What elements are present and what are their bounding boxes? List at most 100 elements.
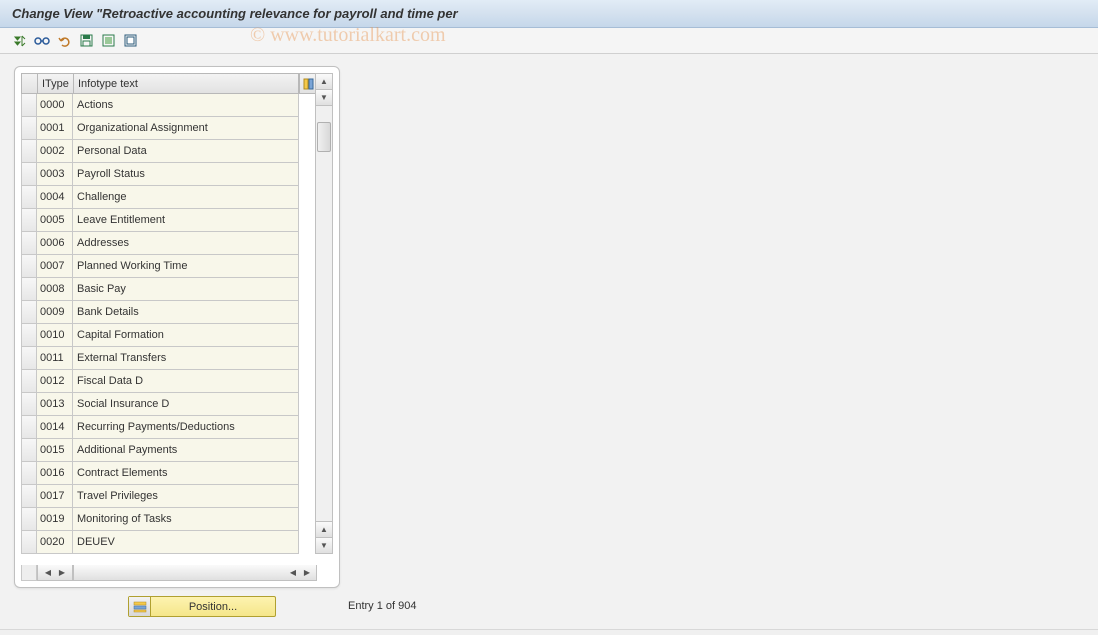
scroll-down-button-2[interactable]: ▼ [316,537,332,553]
cell-itype[interactable]: 0003 [37,163,73,186]
table-row[interactable]: 0012Fiscal Data D [21,370,333,393]
table-row[interactable]: 0007Planned Working Time [21,255,333,278]
cell-itype[interactable]: 0000 [37,94,73,117]
table-row[interactable]: 0013Social Insurance D [21,393,333,416]
row-marker[interactable] [21,209,37,232]
cell-itype[interactable]: 0004 [37,186,73,209]
cell-itype[interactable]: 0019 [37,508,73,531]
cell-infotype-text[interactable]: Basic Pay [73,278,299,301]
hscroll-left-2[interactable]: ◀ [286,566,300,580]
scroll-up-button-2[interactable]: ▼ [316,90,332,106]
row-marker[interactable] [21,439,37,462]
cell-itype[interactable]: 0014 [37,416,73,439]
cell-itype[interactable]: 0007 [37,255,73,278]
table-row[interactable]: 0001Organizational Assignment [21,117,333,140]
table-row[interactable]: 0020DEUEV [21,531,333,554]
cell-itype[interactable]: 0016 [37,462,73,485]
cell-infotype-text[interactable]: DEUEV [73,531,299,554]
table-row[interactable]: 0010Capital Formation [21,324,333,347]
cell-infotype-text[interactable]: Capital Formation [73,324,299,347]
cell-infotype-text[interactable]: Social Insurance D [73,393,299,416]
row-marker[interactable] [21,347,37,370]
cell-infotype-text[interactable]: Leave Entitlement [73,209,299,232]
table-row[interactable]: 0008Basic Pay [21,278,333,301]
row-marker[interactable] [21,531,37,554]
cell-itype[interactable]: 0005 [37,209,73,232]
cell-itype[interactable]: 0017 [37,485,73,508]
row-marker[interactable] [21,140,37,163]
table-row[interactable]: 0011External Transfers [21,347,333,370]
cell-itype[interactable]: 0011 [37,347,73,370]
row-marker[interactable] [21,255,37,278]
row-marker[interactable] [21,278,37,301]
cell-infotype-text[interactable]: Travel Privileges [73,485,299,508]
cell-infotype-text[interactable]: Fiscal Data D [73,370,299,393]
cell-infotype-text[interactable]: Planned Working Time [73,255,299,278]
table-row[interactable]: 0004Challenge [21,186,333,209]
scroll-track[interactable] [316,106,332,521]
table-row[interactable]: 0016Contract Elements [21,462,333,485]
cell-itype[interactable]: 0012 [37,370,73,393]
cell-infotype-text[interactable]: Additional Payments [73,439,299,462]
cell-itype[interactable]: 0009 [37,301,73,324]
table-row[interactable]: 0017Travel Privileges [21,485,333,508]
toolbar-save[interactable] [76,31,96,51]
cell-infotype-text[interactable]: Bank Details [73,301,299,324]
row-marker[interactable] [21,94,37,117]
hscroll-right-1[interactable]: ▶ [55,566,69,580]
row-marker[interactable] [21,462,37,485]
hscroll-right-2[interactable]: ▶ [300,566,314,580]
table-row[interactable]: 0006Addresses [21,232,333,255]
table-row[interactable]: 0015Additional Payments [21,439,333,462]
row-marker[interactable] [21,324,37,347]
row-marker[interactable] [21,416,37,439]
cell-infotype-text[interactable]: External Transfers [73,347,299,370]
table-row[interactable]: 0000Actions [21,94,333,117]
cell-itype[interactable]: 0006 [37,232,73,255]
cell-infotype-text[interactable]: Addresses [73,232,299,255]
horizontal-scrollbar[interactable]: ◀ ▶ ◀ ▶ [21,565,317,581]
hscroll-seg-1[interactable]: ◀ ▶ [37,565,73,581]
vertical-scrollbar[interactable]: ▲ ▼ ▲ ▼ [315,73,333,554]
cell-infotype-text[interactable]: Personal Data [73,140,299,163]
toolbar-expand-all[interactable] [10,31,30,51]
header-marker[interactable] [21,73,37,94]
cell-itype[interactable]: 0001 [37,117,73,140]
row-marker[interactable] [21,232,37,255]
toolbar-select-all[interactable] [98,31,118,51]
position-button[interactable]: Position... [128,596,276,617]
toolbar-deselect-all[interactable] [120,31,140,51]
cell-infotype-text[interactable]: Recurring Payments/Deductions [73,416,299,439]
header-itype[interactable]: IType [37,73,73,94]
toolbar-display[interactable] [32,31,52,51]
row-marker[interactable] [21,508,37,531]
cell-itype[interactable]: 0020 [37,531,73,554]
cell-infotype-text[interactable]: Contract Elements [73,462,299,485]
scroll-up-button[interactable]: ▲ [316,74,332,90]
row-marker[interactable] [21,393,37,416]
cell-itype[interactable]: 0008 [37,278,73,301]
cell-infotype-text[interactable]: Challenge [73,186,299,209]
header-infotype-text[interactable]: Infotype text [73,73,299,94]
scroll-thumb[interactable] [317,122,331,152]
cell-itype[interactable]: 0002 [37,140,73,163]
cell-infotype-text[interactable]: Payroll Status [73,163,299,186]
toolbar-undo[interactable] [54,31,74,51]
row-marker[interactable] [21,485,37,508]
hscroll-left-1[interactable]: ◀ [41,566,55,580]
table-row[interactable]: 0009Bank Details [21,301,333,324]
cell-itype[interactable]: 0013 [37,393,73,416]
row-marker[interactable] [21,370,37,393]
table-row[interactable]: 0005Leave Entitlement [21,209,333,232]
hscroll-seg-2[interactable]: ◀ ▶ [73,565,317,581]
scroll-down-button[interactable]: ▲ [316,521,332,537]
table-row[interactable]: 0014Recurring Payments/Deductions [21,416,333,439]
table-row[interactable]: 0002Personal Data [21,140,333,163]
row-marker[interactable] [21,186,37,209]
row-marker[interactable] [21,301,37,324]
table-row[interactable]: 0019Monitoring of Tasks [21,508,333,531]
row-marker[interactable] [21,163,37,186]
cell-infotype-text[interactable]: Actions [73,94,299,117]
cell-infotype-text[interactable]: Monitoring of Tasks [73,508,299,531]
table-row[interactable]: 0003Payroll Status [21,163,333,186]
